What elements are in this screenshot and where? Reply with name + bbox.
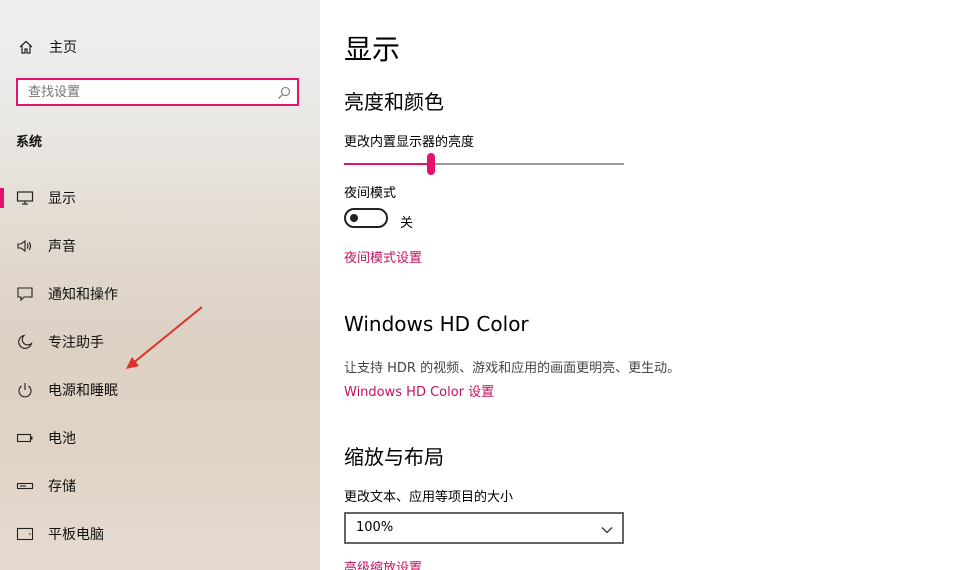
annotation-arrow-icon [126,306,203,369]
advanced-scaling-link[interactable]: 高级缩放设置 [344,557,422,570]
night-mode-toggle[interactable] [344,208,388,228]
slider-thumb[interactable] [426,153,435,175]
scale-dropdown[interactable]: 100% [344,512,624,544]
brightness-slider-label: 更改内置显示器的亮度 [344,135,475,150]
night-mode-state-label: 关 [400,216,414,231]
scale-size-label: 更改文本、应用等项目的大小 [344,490,514,505]
chevron-down-icon [600,522,614,536]
night-mode-settings-link[interactable]: 夜间模式设置 [344,247,422,266]
brightness-slider[interactable] [344,152,624,176]
page-title: 显示 [344,33,401,66]
main-content: 显示 亮度和颜色 更改内置显示器的亮度 夜间模式 关 夜间模式设置 Window… [320,0,970,570]
hd-color-heading: Windows HD Color [344,312,529,336]
scale-dropdown-value: 100% [356,520,394,535]
toggle-knob [350,214,358,222]
hd-color-description: 让支持 HDR 的视频、游戏和应用的画面更明亮、更生动。 [344,361,681,376]
brightness-color-heading: 亮度和颜色 [344,90,444,114]
night-mode-label: 夜间模式 [344,186,397,201]
slider-fill [344,163,431,165]
scale-layout-heading: 缩放与布局 [344,445,444,469]
hd-color-settings-link[interactable]: Windows HD Color 设置 [344,381,494,400]
sidebar: 主页 系统 显示 声音 通知和操作 专注助手 电源和睡眠 [0,0,320,570]
